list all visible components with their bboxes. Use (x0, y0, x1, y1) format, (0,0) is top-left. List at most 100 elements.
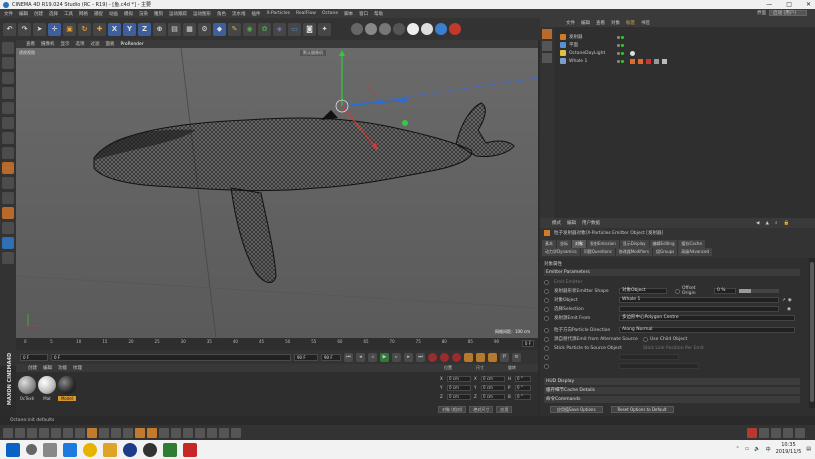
rot-h-field[interactable]: 0 ° (515, 375, 531, 382)
om-menu-view[interactable]: 查看 (596, 20, 605, 26)
app-green-icon[interactable] (163, 442, 177, 457)
selection-radio[interactable] (544, 306, 549, 312)
edges-mode-icon[interactable] (2, 117, 14, 129)
tab-basic[interactable]: 基本 (542, 240, 556, 248)
tray-sogou-icon[interactable] (747, 427, 757, 438)
menu-motion-tracker[interactable]: 运动跟踪 (169, 11, 187, 17)
object-name[interactable]: Whale 1 (569, 59, 617, 64)
tab-coord[interactable]: 坐标 (557, 240, 571, 248)
om-menu-edit[interactable]: 编辑 (581, 20, 590, 26)
network-icon[interactable]: ▭ (745, 446, 750, 452)
material-menu-texture[interactable]: 纹理 (73, 365, 82, 371)
polygons-mode-icon[interactable] (2, 132, 14, 144)
tab-object[interactable]: 对象 (572, 240, 586, 248)
autokey-icon[interactable] (440, 352, 449, 362)
material-swatch-mat[interactable] (38, 376, 56, 394)
checker-tag-icon[interactable] (654, 58, 659, 64)
visibility-dots[interactable] (617, 35, 624, 39)
snap-icon[interactable] (2, 192, 14, 204)
material-swatch-octexti[interactable] (18, 376, 36, 394)
visibility-dots[interactable] (617, 51, 624, 55)
clear-link-icon[interactable]: ◉ (788, 298, 792, 303)
pick-arrow-icon[interactable]: ➚ (782, 298, 786, 303)
menu-character[interactable]: 角色 (217, 11, 226, 17)
visibility-dots[interactable] (617, 43, 624, 47)
object-name[interactable]: OctaneDayLight (569, 51, 617, 56)
live-selection-icon[interactable] (2, 162, 14, 174)
strip-icon-19[interactable] (219, 427, 229, 438)
material-menu-function[interactable]: 功能 (58, 365, 67, 371)
menu-pipeline[interactable]: 流水线 (232, 11, 246, 17)
axis-mode-icon[interactable] (2, 147, 14, 159)
menu-sculpt[interactable]: 雕刻 (154, 11, 163, 17)
commands-header[interactable]: 命令Commands (544, 396, 800, 403)
redo-icon[interactable]: ↷ (18, 22, 31, 36)
strip-icon-9[interactable] (99, 427, 109, 438)
array-icon[interactable]: ✿ (258, 22, 271, 36)
object-mode-dropdown[interactable]: 对象 (相对) (438, 406, 467, 413)
volume-icon[interactable]: 🔈 (754, 446, 760, 452)
tray-chevron-icon[interactable]: ⌃ (735, 446, 739, 452)
nav-up-icon[interactable]: ▲ (765, 221, 768, 226)
size-x-field[interactable]: 0 cm (481, 375, 505, 382)
strip-icon-11[interactable] (123, 427, 133, 438)
om-menu-object[interactable]: 对象 (611, 20, 620, 26)
scale-key-icon[interactable] (476, 352, 485, 362)
end-frame-field[interactable]: 90 F (294, 353, 318, 361)
strip-icon-7[interactable] (75, 427, 85, 438)
object-link-field[interactable]: Whale 1 (619, 297, 779, 303)
timeline-menu-icon[interactable]: ≡ (512, 352, 521, 362)
start-frame-field[interactable]: 0 F (20, 353, 48, 361)
workplane-icon[interactable] (2, 87, 14, 99)
render-picture-icon[interactable]: ▦ (183, 22, 196, 36)
emitter-shape-dropdown[interactable]: 对象Object (619, 288, 667, 294)
offset-origin-field[interactable]: 0 % (714, 288, 736, 294)
menu-mesh[interactable]: 网格 (79, 11, 88, 17)
menu-edit[interactable]: 编辑 (19, 11, 28, 17)
octane-icon-5[interactable] (407, 23, 419, 35)
strip-icon-13[interactable] (147, 427, 157, 438)
obs-icon[interactable] (143, 442, 157, 457)
maximize-button[interactable]: □ (786, 1, 792, 8)
goto-start-icon[interactable]: ⏮ (344, 352, 353, 362)
app-red-icon[interactable] (183, 442, 197, 457)
om-menu-file[interactable]: 文件 (566, 20, 575, 26)
tray-icon-3[interactable] (771, 427, 781, 438)
attribute-scrollbar[interactable] (809, 258, 815, 408)
material-menu-edit[interactable]: 编辑 (43, 365, 52, 371)
viewport-menu-view[interactable]: 查看 (26, 41, 35, 47)
tab-questions[interactable]: 问题Questions (580, 248, 615, 256)
move-tool-icon[interactable]: ✛ (48, 22, 61, 36)
alternate-source-radio[interactable] (544, 336, 549, 342)
tag-icon[interactable] (646, 58, 651, 64)
strip-icon-2[interactable] (15, 427, 25, 438)
cube-primitive-icon[interactable]: ◆ (213, 22, 226, 36)
menu-script[interactable]: 脚本 (344, 11, 353, 17)
x-axis-lock-icon[interactable]: X (108, 22, 121, 36)
tag-icon[interactable] (630, 58, 635, 64)
clear-selection-icon[interactable]: ◉ (787, 307, 791, 312)
y-axis-lock-icon[interactable]: Y (123, 22, 136, 36)
tray-icon-5[interactable] (795, 427, 805, 438)
menu-octane[interactable]: Octane (322, 11, 338, 16)
strip-icon-15[interactable] (171, 427, 181, 438)
z-axis-lock-icon[interactable]: Z (138, 22, 151, 36)
goto-end-icon[interactable]: ⏭ (416, 352, 425, 362)
octane-icon-8[interactable] (449, 23, 461, 35)
object-name[interactable]: 平面 (569, 42, 617, 48)
render-settings-icon[interactable]: ⚙ (198, 22, 211, 36)
ime-indicator[interactable]: 中 (766, 446, 771, 453)
notification-icon[interactable]: ▤ (806, 446, 811, 452)
pos-y-field[interactable]: 0 cm (447, 384, 471, 391)
sculpt-icon[interactable] (2, 207, 14, 219)
tray-icon-4[interactable] (783, 427, 793, 438)
strip-icon-5[interactable] (51, 427, 61, 438)
octane-icon-4[interactable] (393, 23, 405, 35)
strip-icon-10[interactable] (111, 427, 121, 438)
tab-advanced[interactable]: 高级Advanced (678, 248, 713, 256)
emitter-shape-radio[interactable] (544, 288, 549, 294)
keyframe-selection-icon[interactable] (452, 352, 461, 362)
viewport-menu-cameras[interactable]: 摄像机 (41, 41, 55, 47)
chrome-icon[interactable] (83, 442, 97, 457)
object-radio[interactable] (544, 297, 549, 303)
